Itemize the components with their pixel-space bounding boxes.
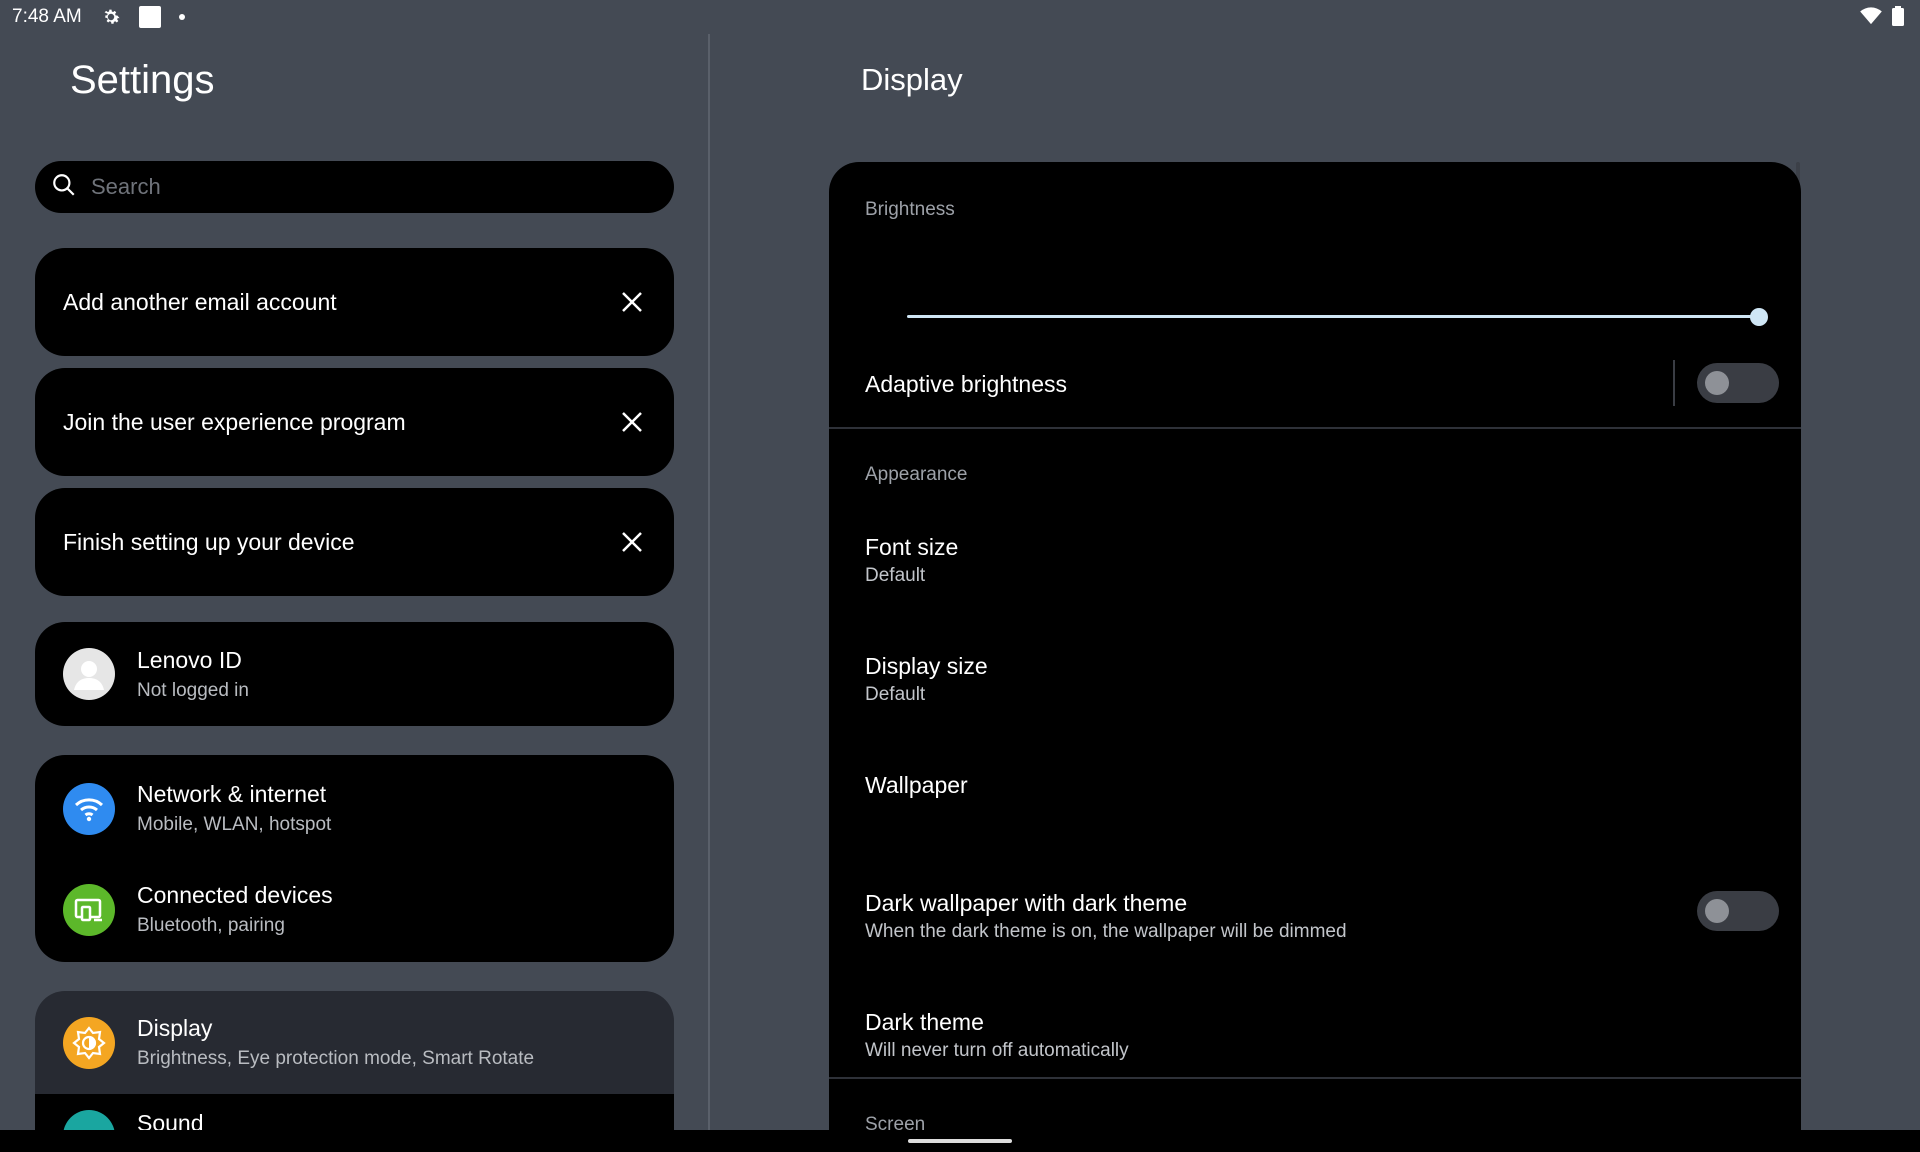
display-settings-panel: Brightness Adaptive brightness Appearanc…: [829, 162, 1801, 1132]
lenovo-id-subtitle: Not logged in: [137, 679, 249, 701]
brightness-icon: [63, 1016, 115, 1069]
connectivity-card: Network & internet Mobile, WLAN, hotspot…: [35, 755, 674, 962]
toggle-separator: [1673, 360, 1675, 406]
font-size-value: Default: [865, 565, 926, 586]
lenovo-id-item[interactable]: Lenovo ID Not logged in: [35, 622, 674, 726]
close-icon[interactable]: [618, 408, 646, 436]
close-icon[interactable]: [618, 528, 646, 556]
section-divider: [829, 427, 1801, 429]
devices-icon: [63, 883, 115, 936]
dark-theme-row[interactable]: Dark theme Will never turn off automatic…: [829, 987, 1801, 1087]
wallpaper-title: Wallpaper: [865, 772, 968, 798]
avatar: [63, 648, 115, 700]
suggestion-card[interactable]: Finish setting up your device: [35, 488, 674, 596]
dark-wallpaper-title: Dark wallpaper with dark theme: [865, 890, 1188, 916]
sound-title: Sound: [137, 1110, 204, 1130]
display-title: Display: [137, 1015, 213, 1041]
wifi-icon: [63, 782, 115, 835]
section-divider: [829, 1077, 1801, 1079]
brightness-slider[interactable]: [907, 315, 1759, 318]
status-time: 7:48 AM: [12, 6, 82, 27]
display-subtitle: Brightness, Eye protection mode, Smart R…: [137, 1048, 535, 1069]
appearance-header: Appearance: [865, 464, 968, 485]
settings-title: Settings: [70, 58, 215, 102]
dark-wallpaper-subtitle: When the dark theme is on, the wallpaper…: [865, 921, 1347, 942]
display-item[interactable]: Display Brightness, Eye protection mode,…: [35, 991, 674, 1094]
suggestion-label: Add another email account: [63, 288, 337, 315]
pane-divider: [708, 34, 710, 1130]
battery-icon: [1892, 6, 1904, 32]
font-size-row[interactable]: Font size Default: [829, 512, 1801, 612]
navigation-bar: [0, 1130, 1920, 1152]
dark-wallpaper-toggle[interactable]: [1697, 891, 1779, 931]
search-bar[interactable]: Search: [35, 161, 674, 213]
suggestion-label: Join the user experience program: [63, 408, 406, 435]
network-internet-item[interactable]: Network & internet Mobile, WLAN, hotspot: [35, 755, 674, 858]
close-icon[interactable]: [618, 288, 646, 316]
status-bar: 7:48 AM: [0, 0, 1920, 34]
dot-icon: [178, 13, 186, 21]
brightness-slider-thumb[interactable]: [1750, 308, 1768, 326]
display-size-value: Default: [865, 684, 926, 705]
display-card: Display Brightness, Eye protection mode,…: [35, 991, 674, 1130]
adaptive-brightness-label: Adaptive brightness: [865, 371, 1068, 397]
lenovo-id-title: Lenovo ID: [137, 646, 242, 673]
suggestion-card[interactable]: Add another email account: [35, 248, 674, 356]
network-title: Network & internet: [137, 781, 327, 807]
display-size-row[interactable]: Display size Default: [829, 631, 1801, 731]
adaptive-brightness-toggle[interactable]: [1697, 363, 1779, 403]
dark-theme-title: Dark theme: [865, 1009, 984, 1035]
account-card[interactable]: Lenovo ID Not logged in: [35, 622, 674, 726]
connected-title: Connected devices: [137, 882, 333, 908]
suggestion-card[interactable]: Join the user experience program: [35, 368, 674, 476]
dark-theme-subtitle: Will never turn off automatically: [865, 1040, 1129, 1061]
display-size-title: Display size: [865, 653, 988, 679]
wifi-icon: [1860, 7, 1882, 31]
network-subtitle: Mobile, WLAN, hotspot: [137, 814, 332, 835]
suggestion-label: Finish setting up your device: [63, 528, 355, 555]
sound-icon: [63, 1110, 115, 1130]
wallpaper-row[interactable]: Wallpaper: [829, 750, 1801, 850]
search-placeholder: Search: [91, 174, 161, 199]
square-icon: [138, 5, 162, 29]
sound-item[interactable]: Sound: [35, 1094, 674, 1130]
brightness-header: Brightness: [865, 199, 955, 220]
connected-devices-item[interactable]: Connected devices Bluetooth, pairing: [35, 858, 674, 961]
font-size-title: Font size: [865, 534, 959, 560]
dark-wallpaper-row[interactable]: Dark wallpaper with dark theme When the …: [829, 868, 1801, 968]
page-title: Display: [861, 62, 963, 97]
connected-subtitle: Bluetooth, pairing: [137, 915, 285, 936]
home-gesture-handle[interactable]: [908, 1139, 1012, 1143]
gear-icon: [100, 6, 122, 28]
search-icon: [51, 172, 77, 203]
